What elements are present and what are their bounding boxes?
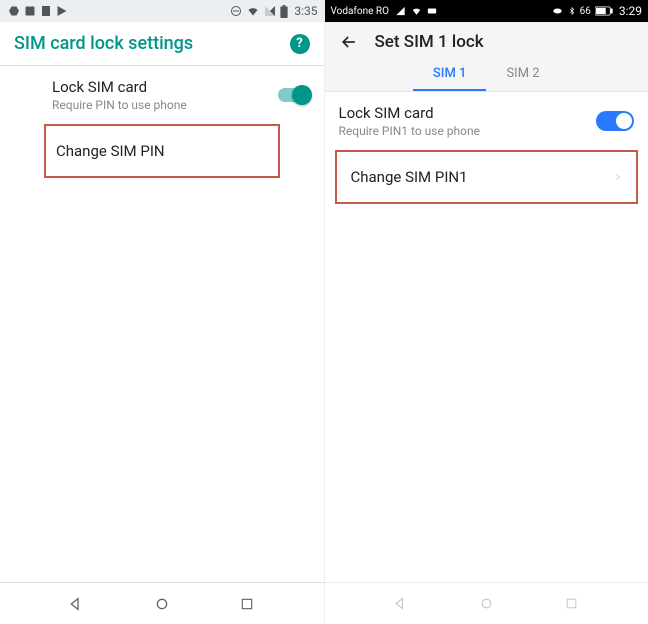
lock-sim-sub: Require PIN to use phone	[52, 98, 278, 112]
volte-icon	[427, 6, 437, 16]
battery-icon	[595, 6, 613, 16]
nav-back-icon[interactable]	[392, 595, 410, 613]
lock-sim-row[interactable]: Lock SIM card Require PIN to use phone	[0, 66, 324, 124]
page-title: SIM card lock settings	[14, 33, 290, 54]
sim-tabs: SIM 1 SIM 2	[325, 58, 648, 92]
play-icon	[56, 5, 68, 17]
wifi-icon	[246, 5, 260, 17]
chevron-right-icon	[614, 171, 622, 183]
help-icon[interactable]: ?	[290, 34, 310, 54]
change-pin-row[interactable]: Change SIM PIN	[46, 126, 278, 176]
wifi-icon	[410, 6, 423, 16]
tab-sim1[interactable]: SIM 1	[413, 58, 487, 91]
phone-right: Vodafone RO 66 3:29 Set SIM 1 lock	[325, 0, 648, 624]
battery-icon	[280, 5, 288, 18]
signal-icon	[264, 5, 276, 17]
highlight-change-pin: Change SIM PIN1	[335, 150, 639, 204]
lock-sim-toggle[interactable]	[278, 88, 310, 102]
nav-back-icon[interactable]	[67, 595, 85, 613]
drive-icon	[8, 5, 20, 17]
lock-sim-row[interactable]: Lock SIM card Require PIN1 to use phone	[325, 92, 648, 150]
image-icon	[24, 5, 36, 17]
header: Set SIM 1 lock	[325, 22, 648, 58]
change-pin-label: Change SIM PIN1	[351, 168, 615, 186]
doc-icon	[40, 5, 52, 17]
eye-icon	[551, 6, 564, 16]
tab-sim2[interactable]: SIM 2	[486, 58, 559, 91]
back-icon[interactable]	[339, 32, 359, 52]
lock-sim-toggle[interactable]	[596, 111, 634, 131]
change-pin-row[interactable]: Change SIM PIN1	[337, 152, 637, 202]
status-bar: Vodafone RO 66 3:29	[325, 0, 648, 22]
lock-sim-label: Lock SIM card	[52, 78, 278, 96]
nav-bar	[325, 582, 648, 624]
page-title: Set SIM 1 lock	[375, 32, 484, 52]
nav-home-icon[interactable]	[477, 595, 495, 613]
lock-sim-label: Lock SIM card	[339, 104, 597, 122]
status-time: 3:29	[619, 4, 642, 18]
status-time: 3:35	[294, 4, 317, 18]
status-carrier: Vodafone RO	[331, 6, 389, 17]
change-pin-label: Change SIM PIN	[56, 142, 264, 160]
nav-recent-icon[interactable]	[238, 595, 256, 613]
status-bar: 3:35	[0, 0, 324, 22]
header: SIM card lock settings ?	[0, 22, 324, 66]
dnd-icon	[230, 5, 242, 17]
nav-bar	[0, 582, 324, 624]
nav-recent-icon[interactable]	[563, 595, 581, 613]
nav-home-icon[interactable]	[153, 595, 171, 613]
signal-icon	[395, 6, 406, 16]
phone-left: 3:35 SIM card lock settings ? Lock SIM c…	[0, 0, 325, 624]
battery-pct: 66	[580, 6, 591, 17]
lock-sim-sub: Require PIN1 to use phone	[339, 124, 597, 138]
highlight-change-pin: Change SIM PIN	[44, 124, 280, 178]
bluetooth-icon	[568, 5, 576, 17]
